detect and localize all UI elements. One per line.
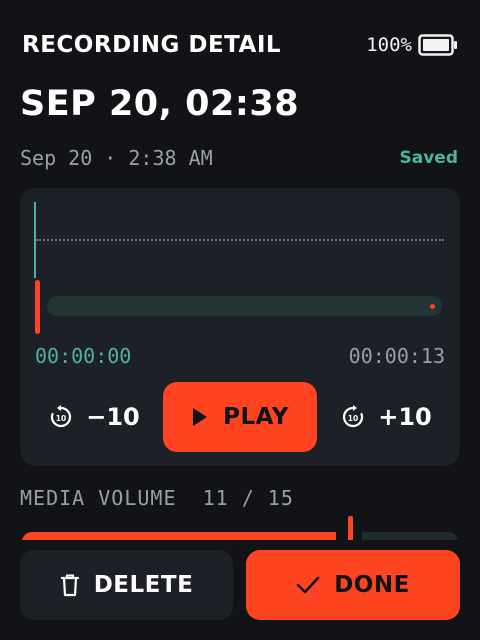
- recording-meta: Sep 20 · 2:38 AM Saved: [20, 146, 458, 172]
- total-time: 00:00:13: [348, 344, 445, 368]
- done-label: DONE: [334, 572, 410, 598]
- play-icon: [193, 408, 208, 426]
- rewind-10-button[interactable]: 10 −10: [44, 382, 144, 452]
- waveform: [36, 239, 444, 241]
- recording-title: SEP 20, 02:38: [20, 84, 300, 124]
- play-button[interactable]: PLAY: [163, 382, 317, 452]
- waveform-cursor: [34, 202, 36, 278]
- battery-percent: 100%: [366, 34, 412, 56]
- replay-10-icon: 10: [51, 405, 72, 428]
- delete-label: DELETE: [93, 572, 194, 598]
- battery-indicator: 100%: [366, 34, 458, 56]
- recording-timestamp: Sep 20 · 2:38 AM: [20, 146, 213, 170]
- seek-end-marker: [430, 304, 435, 309]
- delete-button[interactable]: DELETE: [20, 550, 233, 620]
- screen-title: RECORDING DETAIL: [22, 32, 282, 58]
- status-badge: Saved: [399, 148, 459, 168]
- forward-10-icon: 10: [343, 405, 364, 428]
- seek-handle[interactable]: [35, 280, 40, 334]
- current-time: 00:00:00: [35, 344, 132, 368]
- done-button[interactable]: DONE: [246, 550, 460, 620]
- check-icon: [296, 576, 320, 594]
- svg-text:10: 10: [56, 414, 66, 423]
- seek-bar[interactable]: [47, 296, 442, 316]
- rewind-label: −10: [86, 403, 140, 431]
- forward-label: +10: [378, 403, 432, 431]
- media-volume-label: MEDIA VOLUME 11 / 15: [20, 486, 294, 510]
- top-bar: RECORDING DETAIL 100%: [22, 30, 458, 62]
- svg-text:10: 10: [348, 414, 358, 423]
- forward-10-button[interactable]: 10 +10: [336, 382, 436, 452]
- play-label: PLAY: [223, 404, 289, 430]
- trash-icon: [60, 574, 79, 597]
- battery-icon: [418, 34, 457, 56]
- player-card: 00:00:00 00:00:13 10 −10 PLAY 10 +10: [20, 188, 460, 466]
